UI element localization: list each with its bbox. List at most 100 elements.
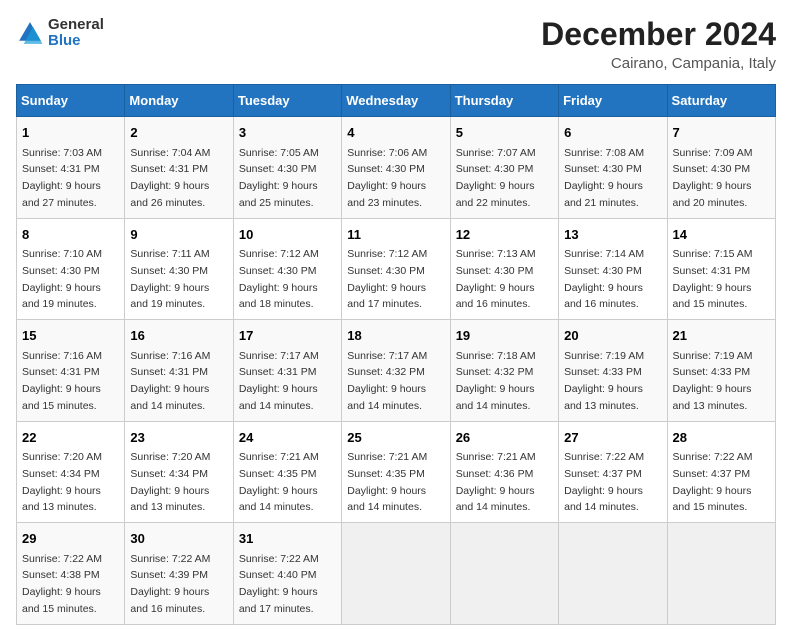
calendar-week-1: 1 Sunrise: 7:03 AMSunset: 4:31 PMDaylight… bbox=[17, 117, 776, 219]
calendar-cell: 12 Sunrise: 7:13 AMSunset: 4:30 PMDayligh… bbox=[450, 218, 558, 320]
calendar-cell: 2Sunrise: 7:04 AMSunset: 4:31 PMDaylight… bbox=[125, 117, 233, 219]
logo-icon bbox=[16, 19, 44, 47]
calendar-cell: 30Sunrise: 7:22 AMSunset: 4:39 PMDayligh… bbox=[125, 523, 233, 625]
calendar-cell: 20 Sunrise: 7:19 AMSunset: 4:33 PMDayligh… bbox=[559, 320, 667, 422]
logo: General Blue bbox=[16, 16, 104, 50]
calendar-cell: 3 Sunrise: 7:05 AMSunset: 4:30 PMDaylight… bbox=[233, 117, 341, 219]
day-header-sunday: Sunday bbox=[17, 85, 125, 117]
day-number: 2 bbox=[130, 123, 227, 143]
day-number: 7 bbox=[673, 123, 770, 143]
calendar-cell bbox=[342, 523, 450, 625]
month-title: December 2024 bbox=[541, 16, 776, 53]
calendar-cell: 17 Sunrise: 7:17 AMSunset: 4:31 PMDayligh… bbox=[233, 320, 341, 422]
calendar-cell: 15Sunrise: 7:16 AMSunset: 4:31 PMDayligh… bbox=[17, 320, 125, 422]
day-info: Sunrise: 7:13 AMSunset: 4:30 PMDaylight:… bbox=[456, 248, 536, 310]
day-number: 6 bbox=[564, 123, 661, 143]
day-number: 21 bbox=[673, 326, 770, 346]
logo-line2: Blue bbox=[48, 32, 104, 50]
day-number: 9 bbox=[130, 225, 227, 245]
day-number: 30 bbox=[130, 529, 227, 549]
calendar-cell: 4Sunrise: 7:06 AMSunset: 4:30 PMDaylight… bbox=[342, 117, 450, 219]
calendar-cell: 23 Sunrise: 7:20 AMSunset: 4:34 PMDayligh… bbox=[125, 421, 233, 523]
calendar-cell: 19Sunrise: 7:18 AMSunset: 4:32 PMDayligh… bbox=[450, 320, 558, 422]
day-number: 16 bbox=[130, 326, 227, 346]
calendar-cell: 22 Sunrise: 7:20 AMSunset: 4:34 PMDayligh… bbox=[17, 421, 125, 523]
calendar-cell: 6 Sunrise: 7:08 AMSunset: 4:30 PMDaylight… bbox=[559, 117, 667, 219]
calendar-header-row: SundayMondayTuesdayWednesdayThursdayFrid… bbox=[17, 85, 776, 117]
calendar-cell: 5 Sunrise: 7:07 AMSunset: 4:30 PMDaylight… bbox=[450, 117, 558, 219]
day-header-tuesday: Tuesday bbox=[233, 85, 341, 117]
day-number: 15 bbox=[22, 326, 119, 346]
calendar-cell: 14Sunrise: 7:15 AMSunset: 4:31 PMDayligh… bbox=[667, 218, 775, 320]
day-number: 12 bbox=[456, 225, 553, 245]
day-header-friday: Friday bbox=[559, 85, 667, 117]
calendar-cell: 28Sunrise: 7:22 AMSunset: 4:37 PMDayligh… bbox=[667, 421, 775, 523]
day-info: Sunrise: 7:19 AMSunset: 4:33 PMDaylight:… bbox=[673, 350, 753, 412]
day-number: 5 bbox=[456, 123, 553, 143]
day-header-wednesday: Wednesday bbox=[342, 85, 450, 117]
day-info: Sunrise: 7:09 AMSunset: 4:30 PMDaylight:… bbox=[673, 147, 753, 209]
location: Cairano, Campania, Italy bbox=[541, 55, 776, 72]
calendar-cell: 21 Sunrise: 7:19 AMSunset: 4:33 PMDayligh… bbox=[667, 320, 775, 422]
day-info: Sunrise: 7:11 AMSunset: 4:30 PMDaylight:… bbox=[130, 248, 209, 310]
day-number: 23 bbox=[130, 428, 227, 448]
day-number: 17 bbox=[239, 326, 336, 346]
day-info: Sunrise: 7:21 AMSunset: 4:35 PMDaylight:… bbox=[347, 451, 427, 513]
day-info: Sunrise: 7:15 AMSunset: 4:31 PMDaylight:… bbox=[673, 248, 753, 310]
calendar-cell: 13 Sunrise: 7:14 AMSunset: 4:30 PMDayligh… bbox=[559, 218, 667, 320]
day-info: Sunrise: 7:10 AMSunset: 4:30 PMDaylight:… bbox=[22, 248, 102, 310]
calendar-cell: 27Sunrise: 7:22 AMSunset: 4:37 PMDayligh… bbox=[559, 421, 667, 523]
day-info: Sunrise: 7:18 AMSunset: 4:32 PMDaylight:… bbox=[456, 350, 536, 412]
day-info: Sunrise: 7:16 AMSunset: 4:31 PMDaylight:… bbox=[130, 350, 210, 412]
calendar-cell: 25Sunrise: 7:21 AMSunset: 4:35 PMDayligh… bbox=[342, 421, 450, 523]
calendar-cell: 1 Sunrise: 7:03 AMSunset: 4:31 PMDaylight… bbox=[17, 117, 125, 219]
day-number: 31 bbox=[239, 529, 336, 549]
page-header: General Blue December 2024 Cairano, Camp… bbox=[16, 16, 776, 72]
day-header-monday: Monday bbox=[125, 85, 233, 117]
day-info: Sunrise: 7:08 AMSunset: 4:30 PMDaylight:… bbox=[564, 147, 644, 209]
calendar-week-3: 15 Sunrise: 7:16 AMSunset: 4:31 PMDayligh… bbox=[17, 320, 776, 422]
day-info: Sunrise: 7:20 AMSunset: 4:34 PMDaylight:… bbox=[130, 451, 210, 513]
day-number: 20 bbox=[564, 326, 661, 346]
day-number: 8 bbox=[22, 225, 119, 245]
day-number: 10 bbox=[239, 225, 336, 245]
day-info: Sunrise: 7:17 AMSunset: 4:31 PMDaylight:… bbox=[239, 350, 319, 412]
day-info: Sunrise: 7:22 AMSunset: 4:40 PMDaylight:… bbox=[239, 553, 319, 615]
day-number: 13 bbox=[564, 225, 661, 245]
day-header-thursday: Thursday bbox=[450, 85, 558, 117]
day-info: Sunrise: 7:22 AMSunset: 4:38 PMDaylight:… bbox=[22, 553, 102, 615]
calendar-table: SundayMondayTuesdayWednesdayThursdayFrid… bbox=[16, 84, 776, 625]
calendar-week-5: 29Sunrise: 7:22 AMSunset: 4:38 PMDayligh… bbox=[17, 523, 776, 625]
day-info: Sunrise: 7:06 AMSunset: 4:30 PMDaylight:… bbox=[347, 147, 427, 209]
title-block: December 2024 Cairano, Campania, Italy bbox=[541, 16, 776, 72]
calendar-cell bbox=[559, 523, 667, 625]
day-info: Sunrise: 7:20 AMSunset: 4:34 PMDaylight:… bbox=[22, 451, 102, 513]
day-info: Sunrise: 7:12 AMSunset: 4:30 PMDaylight:… bbox=[239, 248, 319, 310]
day-number: 1 bbox=[22, 123, 119, 143]
day-info: Sunrise: 7:07 AMSunset: 4:30 PMDaylight:… bbox=[456, 147, 536, 209]
day-number: 22 bbox=[22, 428, 119, 448]
day-info: Sunrise: 7:03 AMSunset: 4:31 PMDaylight:… bbox=[22, 147, 102, 209]
day-info: Sunrise: 7:12 AMSunset: 4:30 PMDaylight:… bbox=[347, 248, 427, 310]
day-info: Sunrise: 7:19 AMSunset: 4:33 PMDaylight:… bbox=[564, 350, 644, 412]
calendar-cell: 26Sunrise: 7:21 AMSunset: 4:36 PMDayligh… bbox=[450, 421, 558, 523]
day-info: Sunrise: 7:17 AMSunset: 4:32 PMDaylight:… bbox=[347, 350, 427, 412]
calendar-cell: 16 Sunrise: 7:16 AMSunset: 4:31 PMDayligh… bbox=[125, 320, 233, 422]
day-info: Sunrise: 7:22 AMSunset: 4:37 PMDaylight:… bbox=[564, 451, 644, 513]
calendar-cell: 7 Sunrise: 7:09 AMSunset: 4:30 PMDaylight… bbox=[667, 117, 775, 219]
calendar-cell bbox=[667, 523, 775, 625]
calendar-cell: 10 Sunrise: 7:12 AMSunset: 4:30 PMDayligh… bbox=[233, 218, 341, 320]
day-number: 28 bbox=[673, 428, 770, 448]
day-info: Sunrise: 7:05 AMSunset: 4:30 PMDaylight:… bbox=[239, 147, 319, 209]
calendar-week-4: 22 Sunrise: 7:20 AMSunset: 4:34 PMDayligh… bbox=[17, 421, 776, 523]
day-number: 3 bbox=[239, 123, 336, 143]
day-info: Sunrise: 7:21 AMSunset: 4:35 PMDaylight:… bbox=[239, 451, 319, 513]
calendar-cell: 29Sunrise: 7:22 AMSunset: 4:38 PMDayligh… bbox=[17, 523, 125, 625]
calendar-cell: 31 Sunrise: 7:22 AMSunset: 4:40 PMDayligh… bbox=[233, 523, 341, 625]
calendar-cell: 24Sunrise: 7:21 AMSunset: 4:35 PMDayligh… bbox=[233, 421, 341, 523]
calendar-cell: 11Sunrise: 7:12 AMSunset: 4:30 PMDayligh… bbox=[342, 218, 450, 320]
calendar-cell: 8 Sunrise: 7:10 AMSunset: 4:30 PMDaylight… bbox=[17, 218, 125, 320]
calendar-cell: 9 Sunrise: 7:11 AMSunset: 4:30 PMDaylight… bbox=[125, 218, 233, 320]
day-number: 26 bbox=[456, 428, 553, 448]
day-info: Sunrise: 7:14 AMSunset: 4:30 PMDaylight:… bbox=[564, 248, 644, 310]
